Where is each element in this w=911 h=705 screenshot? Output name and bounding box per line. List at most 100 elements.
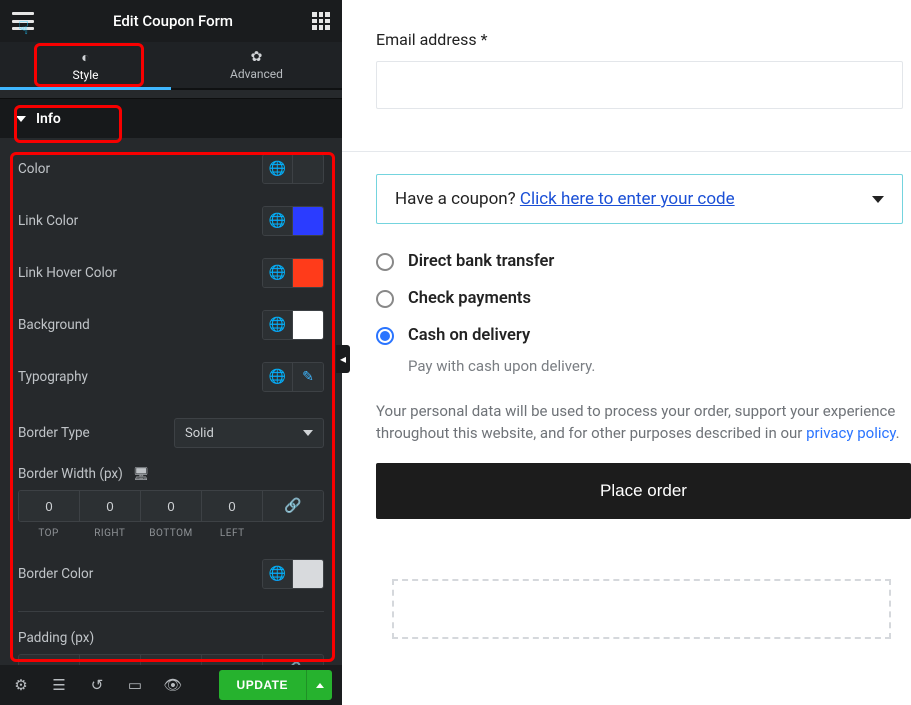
menu-icon[interactable] bbox=[12, 12, 34, 30]
global-color-button[interactable]: 🌐 bbox=[263, 259, 293, 287]
place-order-button[interactable]: Place order bbox=[376, 463, 911, 519]
color-swatch[interactable] bbox=[293, 155, 323, 183]
responsive-icon[interactable]: 🖥 bbox=[133, 467, 150, 482]
control-link-hover-color: Link Hover Color 🌐 bbox=[18, 258, 324, 288]
control-typography: Typography 🌐 ✎ bbox=[18, 362, 324, 392]
payment-label: Check payments bbox=[408, 289, 531, 308]
section-info[interactable]: Info bbox=[0, 98, 342, 138]
coupon-link[interactable]: Click here to enter your code bbox=[520, 189, 735, 209]
history-icon[interactable]: ↺ bbox=[86, 676, 108, 694]
coupon-toggle[interactable]: Have a coupon? Click here to enter your … bbox=[376, 174, 903, 224]
control-label: Background bbox=[18, 317, 90, 333]
payment-description: Pay with cash upon delivery. bbox=[408, 357, 911, 375]
border-type-select[interactable]: Solid bbox=[174, 418, 324, 448]
tab-style-label: Style bbox=[72, 68, 98, 82]
payment-label: Cash on delivery bbox=[408, 326, 530, 345]
payment-methods: Direct bank transfer Check payments Cash… bbox=[376, 252, 911, 375]
section-info-label: Info bbox=[36, 111, 61, 127]
navigator-icon[interactable]: ☰ bbox=[48, 676, 70, 694]
divider bbox=[18, 611, 324, 612]
globe-icon: 🌐 bbox=[269, 566, 286, 582]
bw-bottom-input[interactable] bbox=[141, 491, 201, 521]
label-bottom: BOTTOM bbox=[140, 528, 201, 539]
editor-sidebar: Edit Coupon Form ☟ ◐ Style ✿ Advanced In… bbox=[0, 0, 342, 705]
control-border-color: Border Color 🌐 bbox=[18, 559, 324, 589]
control-label: Border Type bbox=[18, 425, 90, 441]
apps-icon[interactable] bbox=[312, 12, 330, 30]
border-width-inputs: 🔗 bbox=[18, 490, 324, 522]
edit-typography-button[interactable]: ✎ bbox=[293, 363, 323, 391]
divider bbox=[342, 151, 911, 152]
global-color-button[interactable]: 🌐 bbox=[263, 311, 293, 339]
control-label: Link Hover Color bbox=[18, 265, 117, 281]
bw-right-input[interactable] bbox=[80, 491, 140, 521]
coupon-text: Have a coupon? Click here to enter your … bbox=[395, 189, 735, 209]
select-value: Solid bbox=[185, 426, 214, 441]
control-label: Border Color bbox=[18, 566, 93, 582]
sidebar-header: Edit Coupon Form bbox=[0, 0, 342, 42]
color-swatch[interactable] bbox=[293, 311, 323, 339]
global-typography-button[interactable]: 🌐 bbox=[263, 363, 293, 391]
label-right: RIGHT bbox=[79, 528, 140, 539]
controls-panel: Color 🌐 Link Color 🌐 Link Hover Color 🌐 bbox=[0, 138, 342, 402]
payment-bank[interactable]: Direct bank transfer bbox=[376, 252, 911, 271]
chevron-down-icon bbox=[872, 196, 884, 203]
color-swatch[interactable] bbox=[293, 207, 323, 235]
bw-left-input[interactable] bbox=[202, 491, 262, 521]
email-label: Email address * bbox=[376, 30, 903, 49]
global-color-button[interactable]: 🌐 bbox=[263, 207, 293, 235]
responsive-mode-icon[interactable]: ▭ bbox=[124, 676, 146, 694]
payment-label: Direct bank transfer bbox=[408, 252, 554, 271]
tab-advanced-label: Advanced bbox=[230, 67, 283, 81]
globe-icon: 🌐 bbox=[269, 369, 286, 385]
editor-footer: ⚙ ☰ ↺ ▭ 👁 UPDATE bbox=[0, 665, 342, 705]
control-label: Border Width (px) bbox=[18, 466, 123, 482]
email-input[interactable] bbox=[376, 61, 903, 109]
control-background: Background 🌐 bbox=[18, 310, 324, 340]
bw-labels: TOP RIGHT BOTTOM LEFT bbox=[18, 528, 324, 539]
control-label: Color bbox=[18, 161, 50, 177]
control-link-color: Link Color 🌐 bbox=[18, 206, 324, 236]
control-label: Link Color bbox=[18, 213, 78, 229]
tab-style[interactable]: ◐ Style bbox=[0, 42, 171, 88]
payment-cod[interactable]: Cash on delivery bbox=[376, 326, 911, 345]
label-top: TOP bbox=[18, 528, 79, 539]
advanced-icon: ✿ bbox=[251, 49, 263, 65]
preview-icon[interactable]: 👁 bbox=[162, 676, 184, 694]
control-border-type: Border Type Solid bbox=[18, 418, 324, 448]
privacy-text: Your personal data will be used to proce… bbox=[376, 401, 911, 445]
link-values-button[interactable]: 🔗 bbox=[263, 491, 323, 521]
editor-title: Edit Coupon Form bbox=[113, 12, 233, 30]
control-color: Color 🌐 bbox=[18, 154, 324, 184]
collapse-sidebar-button[interactable]: ◂ bbox=[336, 345, 350, 373]
control-label: Typography bbox=[18, 369, 88, 385]
color-swatch[interactable] bbox=[293, 259, 323, 287]
tabs: ◐ Style ✿ Advanced bbox=[0, 42, 342, 90]
radio-icon bbox=[376, 253, 394, 271]
tab-advanced[interactable]: ✿ Advanced bbox=[171, 42, 342, 88]
radio-icon bbox=[376, 327, 394, 345]
bw-top-input[interactable] bbox=[19, 491, 79, 521]
globe-icon: 🌐 bbox=[269, 317, 286, 333]
caret-up-icon bbox=[316, 683, 324, 688]
label-left: LEFT bbox=[202, 528, 263, 539]
update-button[interactable]: UPDATE bbox=[219, 670, 306, 700]
globe-icon: 🌐 bbox=[269, 213, 286, 229]
link-icon: 🔗 bbox=[284, 498, 301, 514]
privacy-link[interactable]: privacy policy bbox=[806, 424, 896, 442]
chevron-down-icon bbox=[303, 430, 313, 436]
pencil-icon: ✎ bbox=[302, 369, 314, 385]
color-swatch[interactable] bbox=[293, 560, 323, 588]
drop-placeholder[interactable] bbox=[392, 579, 891, 639]
global-color-button[interactable]: 🌐 bbox=[263, 560, 293, 588]
radio-icon bbox=[376, 290, 394, 308]
style-icon: ◐ bbox=[81, 49, 89, 66]
update-options-button[interactable] bbox=[306, 670, 332, 700]
control-padding-label: Padding (px) bbox=[18, 630, 324, 646]
settings-icon[interactable]: ⚙ bbox=[10, 676, 32, 694]
payment-check[interactable]: Check payments bbox=[376, 289, 911, 308]
preview-area: Email address * Have a coupon? Click her… bbox=[342, 0, 911, 705]
global-color-button[interactable]: 🌐 bbox=[263, 155, 293, 183]
control-border-width-label: Border Width (px) 🖥 bbox=[18, 466, 324, 482]
caret-down-icon bbox=[16, 116, 26, 122]
